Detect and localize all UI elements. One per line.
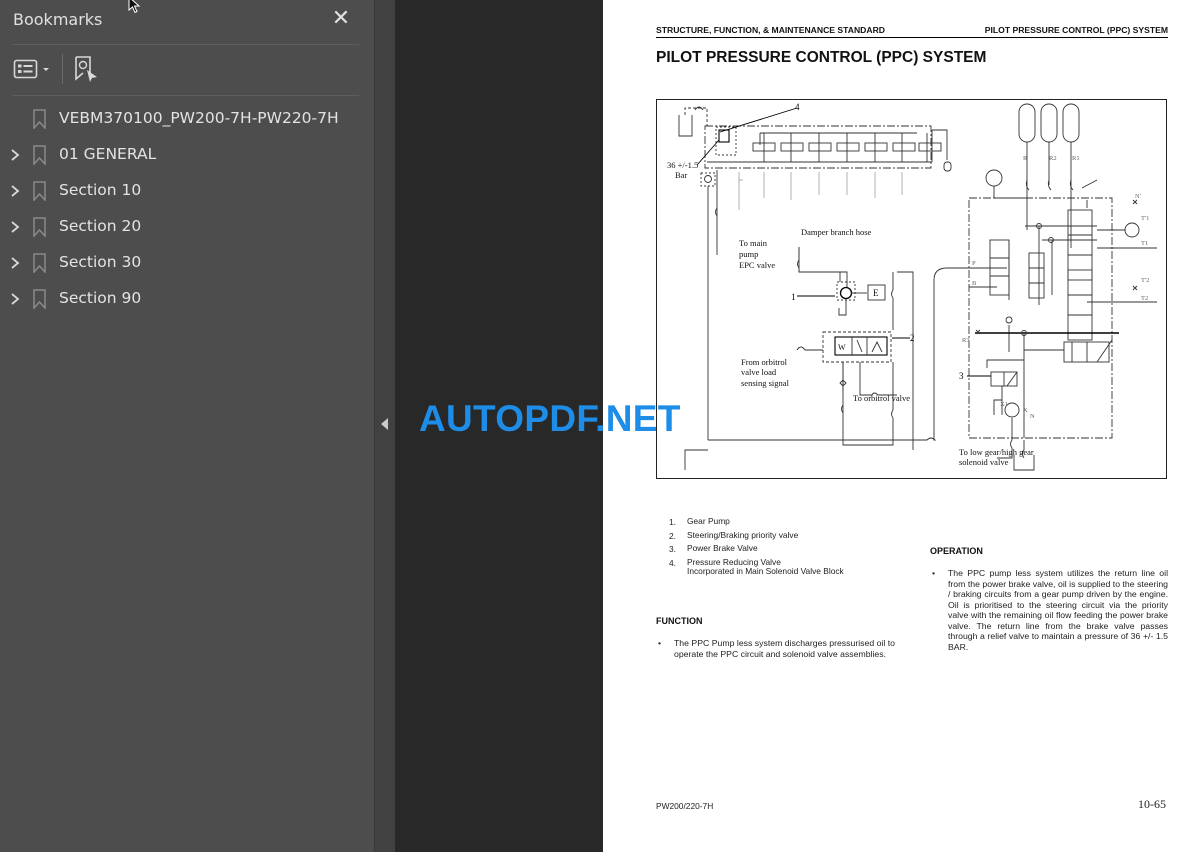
bookmark-item-section-20[interactable]: Section 20 — [0, 209, 374, 245]
page-title: PILOT PRESSURE CONTROL (PPC) SYSTEM — [656, 49, 987, 66]
gear-pump-symbol — [839, 286, 853, 300]
bookmark-item-section-30[interactable]: Section 30 — [0, 245, 374, 281]
to-main-pump-label: EPC valve — [739, 260, 775, 270]
tank-symbol — [678, 115, 693, 137]
to-main-pump-label: To main — [739, 238, 768, 248]
port-label: R3 — [962, 337, 970, 344]
panel-resize-handle[interactable] — [374, 0, 395, 852]
bookmark-item-root[interactable]: VEBM370100_PW200-7H-PW220-7H — [0, 101, 374, 137]
relief-valve-block — [1063, 341, 1110, 363]
pressure-unit-label: Bar — [675, 170, 687, 180]
engine-label: E — [873, 288, 879, 298]
bookmark-item-section-10[interactable]: Section 10 — [0, 173, 374, 209]
operation-heading: OPERATION — [930, 546, 983, 556]
from-orbitrol-label: valve load — [741, 367, 777, 377]
list-options-icon — [13, 59, 49, 79]
running-header-left: STRUCTURE, FUNCTION, & MAINTENANCE STAND… — [656, 25, 885, 35]
callout-2: 2 — [910, 333, 915, 343]
bookmark-item-01-general[interactable]: 01 GENERAL — [0, 137, 374, 173]
callout-4: 4 — [795, 102, 800, 112]
port-label: R1 — [1072, 155, 1080, 162]
to-low-gear-label: solenoid valve — [959, 457, 1009, 467]
from-orbitrol-label: sensing signal — [741, 378, 790, 388]
running-header: STRUCTURE, FUNCTION, & MAINTENANCE STAND… — [656, 25, 1168, 38]
bookmark-label: Section 20 — [59, 217, 142, 235]
accumulator-r2 — [1040, 103, 1058, 143]
bookmark-label: VEBM370100_PW200-7H-PW220-7H — [59, 109, 339, 127]
port-label: X1 — [1000, 401, 1008, 408]
power-brake-valve-lower — [1067, 269, 1093, 341]
bookmark-icon — [33, 109, 46, 129]
bookmark-icon — [33, 253, 46, 273]
port-label: T'2 — [1141, 277, 1149, 284]
to-low-gear-label: To low gear/high gear — [959, 447, 1034, 457]
dropdown-caret-icon — [43, 68, 49, 71]
bookmark-list: VEBM370100_PW200-7H-PW220-7H 01 GENERAL … — [0, 101, 374, 317]
pdf-page: STRUCTURE, FUNCTION, & MAINTENANCE STAND… — [603, 0, 1200, 852]
w-label: W — [838, 343, 846, 352]
bookmark-options-button[interactable] — [13, 58, 53, 80]
find-bookmark-icon — [75, 56, 97, 82]
toolbar-separator — [62, 54, 63, 84]
port-label: B — [972, 280, 977, 287]
operation-text: • The PPC pump less system utilizes the r… — [932, 568, 1168, 652]
chevron-right-icon[interactable] — [9, 290, 23, 308]
callout-3: 3 — [959, 371, 964, 381]
panel-title: Bookmarks — [13, 10, 103, 29]
port-label: N' — [1135, 193, 1141, 200]
pressure-switch-icon — [985, 169, 1003, 187]
pressure-label: 36 +/-1.5 — [667, 160, 698, 170]
function-heading: FUNCTION — [656, 616, 703, 626]
bookmark-item-section-90[interactable]: Section 90 — [0, 281, 374, 317]
footer-model: PW200/220-7H — [656, 801, 714, 811]
bookmark-label: Section 10 — [59, 181, 142, 199]
port-label: T2 — [1141, 295, 1148, 302]
close-icon: ✕ — [331, 5, 351, 30]
close-panel-button[interactable]: ✕ — [330, 6, 352, 30]
chevron-right-icon[interactable] — [9, 254, 23, 272]
port-label: P — [972, 260, 976, 267]
bookmarks-panel: Bookmarks ✕ VEBM370100_PW200-7H-PW220-7H — [0, 0, 374, 852]
port-label: X — [1023, 407, 1028, 414]
bookmark-icon — [33, 145, 46, 165]
watermark-text: AUTOPDF.NET — [419, 398, 681, 439]
port-label: N — [1030, 413, 1035, 420]
damper-label: Damper branch hose — [801, 227, 872, 237]
bookmark-label: Section 30 — [59, 253, 142, 271]
hydraulic-circuit-diagram: 4 1 2 3 36 +/-1.5 Bar To main pump EPC v… — [656, 99, 1167, 479]
bookmark-icon — [33, 217, 46, 237]
power-brake-valve-upper — [1067, 209, 1093, 281]
bookmark-icon — [33, 289, 46, 309]
collapse-panel-arrow-icon[interactable] — [381, 418, 388, 430]
chevron-right-icon[interactable] — [9, 146, 23, 164]
divider — [12, 95, 359, 96]
accumulator-r1 — [1062, 103, 1080, 143]
chevron-right-icon[interactable] — [9, 182, 23, 200]
brake-valve-center — [1028, 252, 1045, 299]
bookmark-label: 01 GENERAL — [59, 145, 157, 163]
accumulator-r — [1018, 103, 1036, 143]
accumulator-small — [943, 161, 952, 172]
port-label: T'1 — [1141, 215, 1149, 222]
find-current-bookmark-button[interactable] — [73, 55, 99, 83]
bookmark-label: Section 90 — [59, 289, 142, 307]
port-label: T1 — [1141, 240, 1148, 247]
port-label: R2 — [1049, 155, 1057, 162]
divider — [12, 44, 359, 45]
pressure-switch-t1-icon — [1124, 222, 1140, 238]
bookmark-icon — [33, 181, 46, 201]
running-header-right: PILOT PRESSURE CONTROL (PPC) SYSTEM — [984, 25, 1168, 35]
to-orbitrol-label: To orbitrol valve — [853, 393, 910, 403]
port-label: R — [1023, 155, 1028, 162]
from-orbitrol-label: From orbitrol — [741, 357, 788, 367]
callout-1: 1 — [791, 292, 796, 302]
to-main-pump-label: pump — [739, 249, 758, 259]
mouse-cursor-icon — [128, 0, 141, 14]
chevron-right-icon[interactable] — [9, 218, 23, 236]
function-text: • The PPC Pump less system discharges pre… — [658, 638, 895, 659]
footer-page-number: 10-65 — [1138, 797, 1166, 811]
